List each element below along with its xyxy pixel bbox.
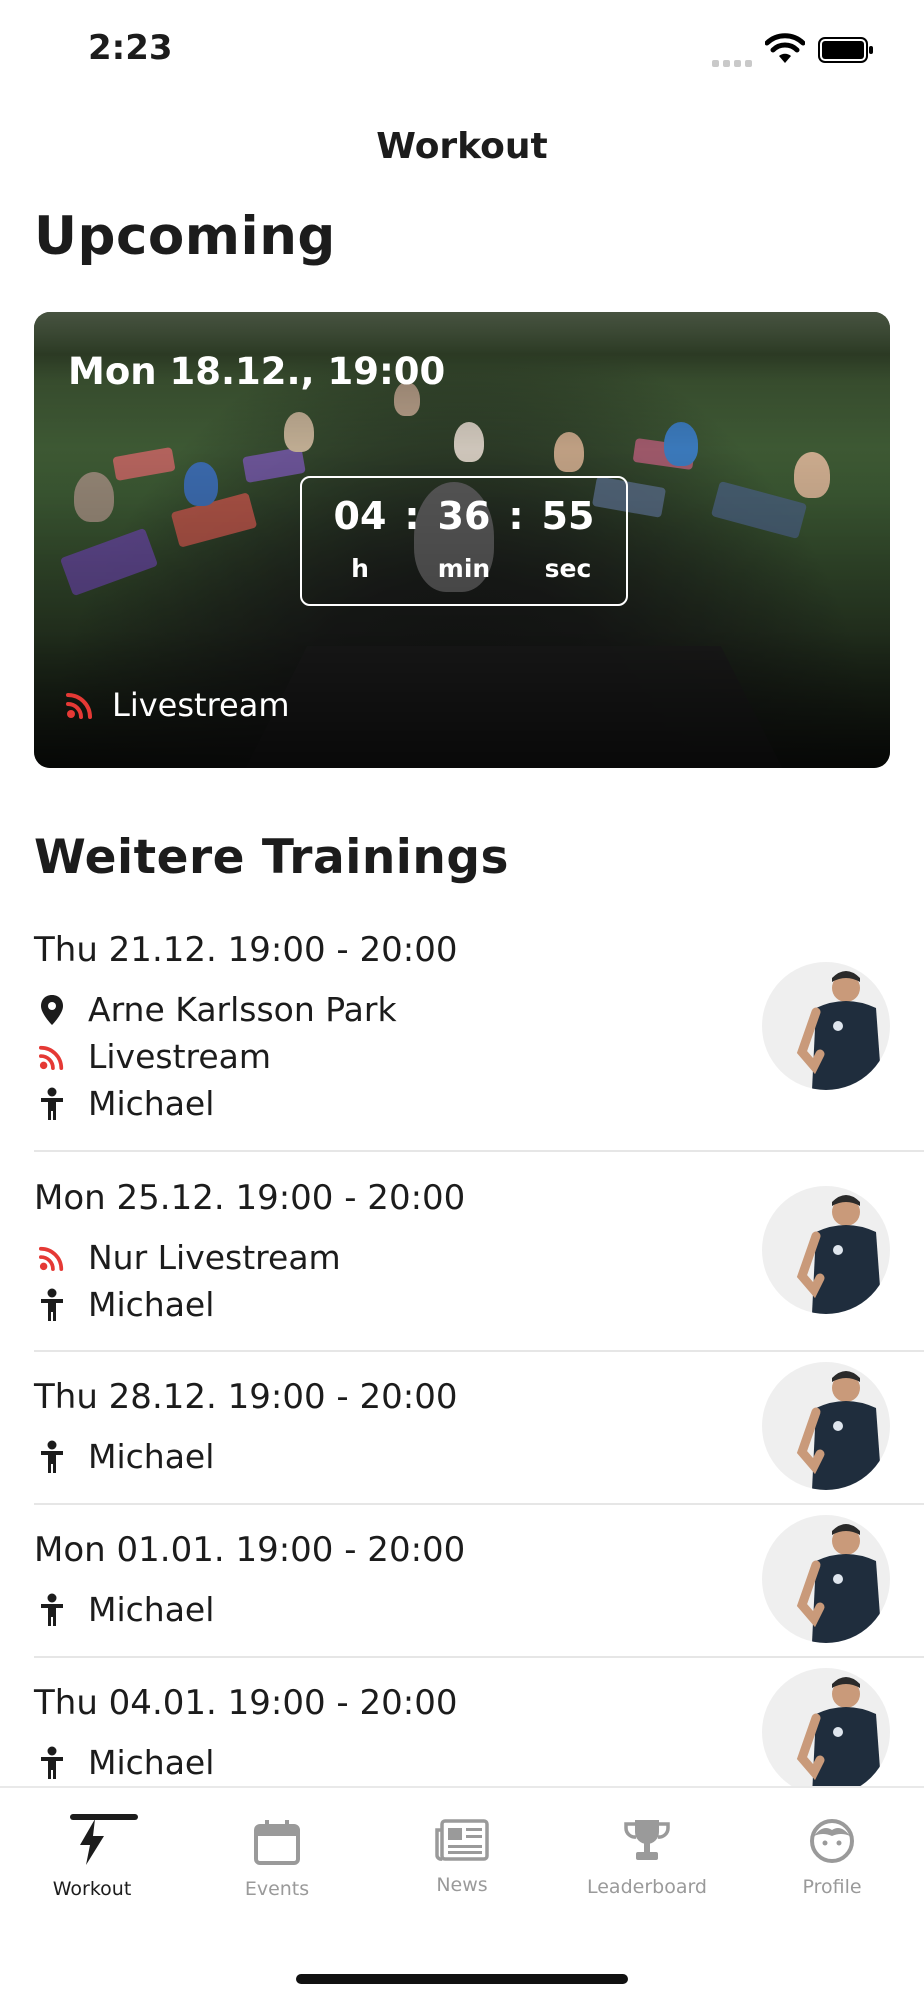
tab-label: Events (244, 1878, 310, 1900)
tab-events[interactable]: Events (197, 1818, 357, 1900)
countdown-seconds: 55 (541, 494, 595, 538)
list-divider (34, 1656, 924, 1658)
trophy-icon (624, 1820, 670, 1860)
training-location: Arne Karlsson Park (34, 990, 397, 1029)
person-icon (41, 1746, 63, 1779)
location-pin-icon (41, 994, 63, 1025)
trainer-avatar (762, 1668, 890, 1796)
person-icon (41, 1087, 63, 1120)
location-label: Arne Karlsson Park (88, 990, 397, 1029)
upcoming-heading: Upcoming (34, 206, 336, 267)
list-divider (34, 1350, 924, 1352)
status-bar: 2:23 (0, 0, 924, 100)
tab-label: Profile (802, 1876, 862, 1898)
face-icon (810, 1819, 854, 1863)
trainer-label: Michael (88, 1285, 215, 1324)
countdown-hours-label: h (351, 554, 369, 583)
bolt-icon (80, 1819, 104, 1865)
tab-label: Workout (52, 1878, 132, 1900)
tab-bar: Workout Events News Leaderboard Profile (0, 1786, 924, 2002)
tab-profile[interactable]: Profile (752, 1818, 912, 1898)
training-stream: Nur Livestream (34, 1238, 341, 1277)
active-tab-indicator (70, 1814, 138, 1820)
rss-icon (39, 1045, 64, 1070)
person-icon (41, 1288, 63, 1321)
trainer-label: Michael (88, 1590, 215, 1629)
battery-icon (818, 37, 873, 63)
countdown-separator: : (404, 494, 420, 538)
tab-workout[interactable]: Workout (12, 1814, 172, 1900)
nav-title: Workout (376, 126, 548, 167)
tab-label: News (436, 1874, 488, 1896)
trainer-label: Michael (88, 1084, 215, 1123)
livestream-indicator: Livestream (66, 686, 289, 724)
status-time: 2:23 (88, 28, 173, 68)
countdown-seconds-label: sec (544, 554, 592, 583)
cellular-signal-icon (712, 52, 756, 71)
wifi-icon (765, 33, 805, 63)
training-trainer: Michael (34, 1590, 214, 1629)
person-icon (41, 1593, 63, 1626)
training-trainer: Michael (34, 1437, 214, 1476)
trainer-label: Michael (88, 1743, 215, 1782)
trainer-avatar (762, 1515, 890, 1643)
training-date: Thu 21.12. 19:00 - 20:00 (34, 930, 458, 970)
training-trainer: Michael (34, 1084, 214, 1123)
countdown-timer: 04 : 36 : 55 h min sec (300, 476, 628, 606)
trainer-avatar (762, 1362, 890, 1490)
training-stream: Livestream (34, 1037, 271, 1076)
tab-leaderboard[interactable]: Leaderboard (567, 1818, 727, 1898)
livestream-label: Livestream (112, 686, 290, 724)
list-divider (34, 1150, 924, 1152)
newspaper-icon (435, 1819, 489, 1861)
more-trainings-heading: Weitere Trainings (34, 830, 509, 885)
upcoming-workout-card[interactable]: Mon 18.12., 19:00 04 : 36 : 55 h min sec… (34, 312, 890, 768)
countdown-minutes: 36 (437, 494, 491, 538)
training-trainer: Michael (34, 1285, 214, 1324)
person-icon (41, 1440, 63, 1473)
calendar-icon (254, 1820, 300, 1865)
rss-icon (39, 1246, 64, 1271)
stream-label: Livestream (88, 1037, 272, 1076)
tab-news[interactable]: News (382, 1818, 542, 1896)
training-trainer: Michael (34, 1743, 214, 1782)
countdown-separator: : (508, 494, 524, 538)
rss-icon (66, 693, 92, 719)
trainer-label: Michael (88, 1437, 215, 1476)
stream-label: Nur Livestream (88, 1238, 341, 1277)
countdown-minutes-label: min (437, 554, 491, 583)
countdown-hours: 04 (333, 494, 387, 538)
trainer-avatar (762, 962, 890, 1090)
list-divider (34, 1503, 924, 1505)
tab-label: Leaderboard (586, 1876, 707, 1898)
trainer-avatar (762, 1186, 890, 1314)
home-indicator (296, 1974, 628, 1984)
upcoming-date: Mon 18.12., 19:00 (68, 350, 446, 393)
